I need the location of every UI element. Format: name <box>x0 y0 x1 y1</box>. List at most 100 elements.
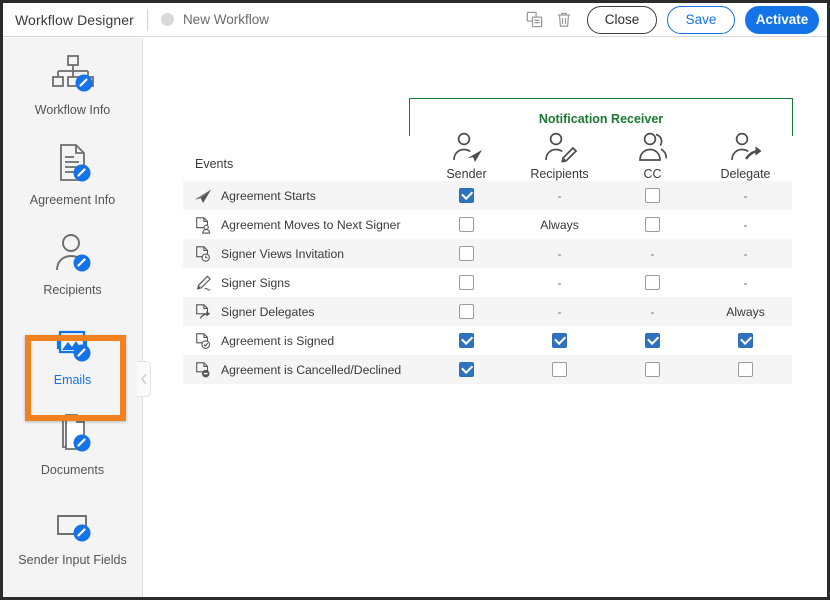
doc-person-icon <box>194 216 212 234</box>
event-label: Signer Views Invitation <box>221 247 344 261</box>
header-divider <box>147 9 148 31</box>
notification-checkbox[interactable] <box>459 304 474 319</box>
notification-cell: - <box>513 190 606 202</box>
paper-plane-icon <box>194 187 212 205</box>
cc-person-icon <box>636 132 670 164</box>
event-cell: Signer Views Invitation <box>183 245 420 263</box>
notification-checkbox[interactable] <box>552 362 567 377</box>
event-label: Agreement is Signed <box>221 334 334 348</box>
notification-checkbox[interactable] <box>459 217 474 232</box>
trash-icon[interactable] <box>549 7 579 33</box>
notification-cell: - <box>699 248 792 260</box>
sidebar-item-recipients[interactable]: Recipients <box>3 218 142 308</box>
documents-icon <box>50 410 96 456</box>
sidebar-item-label: Recipients <box>43 283 101 297</box>
notification-cell: Always <box>513 218 606 232</box>
table-body: Agreement Starts - - Agreement Moves to Ne… <box>183 181 792 384</box>
notification-cell <box>420 246 513 261</box>
notification-checkbox[interactable] <box>645 217 660 232</box>
notification-cell: - <box>606 248 699 260</box>
not-applicable-dash: - <box>651 306 655 318</box>
event-label: Signer Signs <box>221 276 290 290</box>
notification-checkbox[interactable] <box>645 275 660 290</box>
notification-cell <box>420 333 513 348</box>
event-label: Agreement Starts <box>221 189 316 203</box>
sidebar-item-documents[interactable]: Documents <box>3 398 142 488</box>
signature-pen-icon <box>194 274 212 292</box>
notification-cell <box>420 304 513 319</box>
table-row: Signer Signs-- <box>183 268 792 297</box>
event-cell: Signer Delegates <box>183 303 420 321</box>
sidebar-item-emails[interactable]: Emails <box>3 308 142 398</box>
agreement-info-icon <box>50 140 96 186</box>
notification-cell: - <box>699 190 792 202</box>
column-header-label: Recipients <box>530 167 588 181</box>
notification-checkbox[interactable] <box>645 362 660 377</box>
sender-person-icon <box>450 132 484 164</box>
notification-checkbox[interactable] <box>459 362 474 377</box>
not-applicable-dash: - <box>744 248 748 260</box>
notification-checkbox[interactable] <box>459 333 474 348</box>
notification-checkbox[interactable] <box>645 333 660 348</box>
notification-cell <box>606 275 699 290</box>
workflow-status-dot <box>161 13 174 26</box>
close-button[interactable]: Close <box>587 6 657 34</box>
sidebar: Workflow Info Agreement Info <box>3 38 143 600</box>
column-header-delegate: Delegate <box>699 138 792 181</box>
event-cell: Signer Signs <box>183 274 420 292</box>
notification-cell: Always <box>699 305 792 319</box>
sender-input-fields-icon <box>49 500 97 546</box>
sidebar-item-agreement-info[interactable]: Agreement Info <box>3 128 142 218</box>
table-header-row: Events Sender <box>183 138 792 181</box>
sidebar-item-label: Workflow Info <box>35 103 111 117</box>
sidebar-item-label: Agreement Info <box>30 193 115 207</box>
notification-cell <box>606 362 699 377</box>
notification-cell: - <box>513 277 606 289</box>
doc-check-icon <box>194 332 212 350</box>
notification-checkbox[interactable] <box>459 275 474 290</box>
doc-clock-icon <box>194 245 212 263</box>
table-row: Signer Delegates - - Always <box>183 297 792 326</box>
activate-button[interactable]: Activate <box>745 6 819 34</box>
notification-cell <box>606 188 699 203</box>
notification-checkbox[interactable] <box>459 246 474 261</box>
table-row: Agreement is Cancelled/Declined <box>183 355 792 384</box>
event-cell: Agreement is Signed <box>183 332 420 350</box>
not-applicable-dash: - <box>744 219 748 231</box>
event-label: Agreement Moves to Next Signer <box>221 218 401 232</box>
notification-checkbox[interactable] <box>645 188 660 203</box>
page-title: Workflow Designer <box>15 12 134 28</box>
always-label: Always <box>540 218 579 232</box>
notification-cell: - <box>606 306 699 318</box>
header-actions: Close Save Activate <box>519 6 827 34</box>
workflow-name: New Workflow <box>183 12 269 27</box>
notification-checkbox[interactable] <box>552 333 567 348</box>
workflow-info-icon <box>48 50 98 96</box>
notification-checkbox[interactable] <box>738 333 753 348</box>
table-row: Agreement is Signed <box>183 326 792 355</box>
sidebar-item-sender-input-fields[interactable]: Sender Input Fields <box>3 488 142 578</box>
sidebar-collapse-handle[interactable] <box>137 361 151 397</box>
notification-cell <box>513 362 606 377</box>
copy-icon[interactable] <box>519 7 549 33</box>
not-applicable-dash: - <box>558 306 562 318</box>
notification-cell <box>606 333 699 348</box>
notification-cell <box>420 217 513 232</box>
emails-icon <box>50 320 96 366</box>
notification-cell <box>513 333 606 348</box>
notification-checkbox[interactable] <box>459 188 474 203</box>
doc-minus-icon <box>194 361 212 379</box>
app-header: Workflow Designer New Workflow Close S <box>3 3 827 37</box>
table-row: Agreement Moves to Next Signer Always - <box>183 210 792 239</box>
save-button[interactable]: Save <box>667 6 735 34</box>
notification-cell <box>420 275 513 290</box>
not-applicable-dash: - <box>558 277 562 289</box>
notification-checkbox[interactable] <box>738 362 753 377</box>
event-label: Signer Delegates <box>221 305 315 319</box>
not-applicable-dash: - <box>558 248 562 260</box>
main-panel: Notification Receiver Events Sender <box>144 38 827 600</box>
sidebar-item-workflow-info[interactable]: Workflow Info <box>3 38 142 128</box>
column-header-label: Sender <box>446 167 486 181</box>
event-cell: Agreement Moves to Next Signer <box>183 216 420 234</box>
recipients-person-icon <box>543 132 577 164</box>
